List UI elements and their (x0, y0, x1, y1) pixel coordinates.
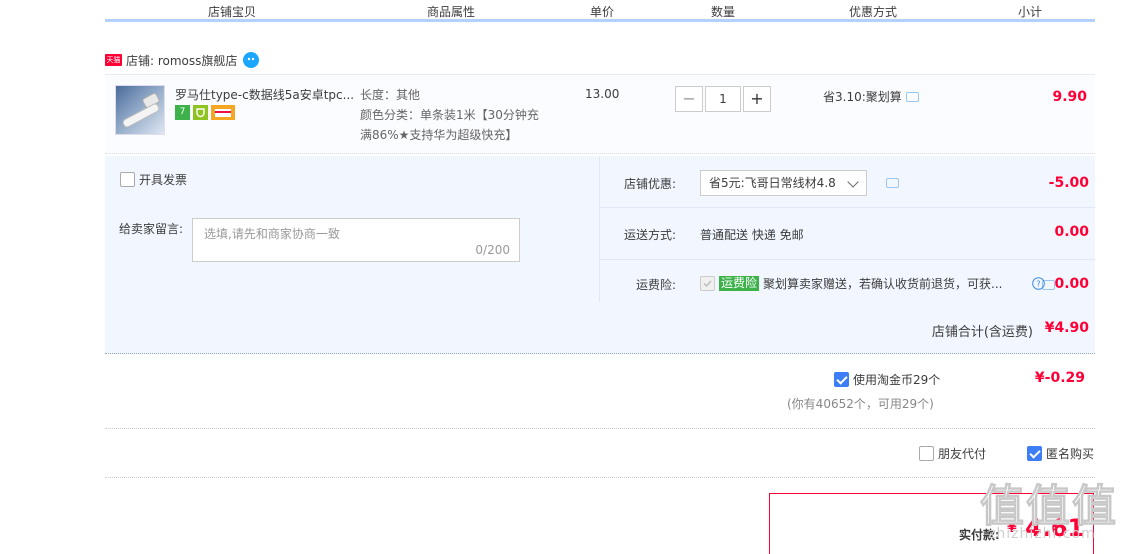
friend-pay-option[interactable]: 朋友代付 (919, 445, 986, 462)
shop-discount-value: 省5元:飞哥日常线材4.8 (709, 176, 836, 190)
coin-option[interactable]: 使用淘金币29个 (834, 371, 940, 388)
column-header: 店铺宝贝 商品属性 单价 数量 优惠方式 小计 (105, 0, 1095, 22)
seller-message-input[interactable]: 选填,请先和商家协商一致 0/200 (192, 218, 520, 262)
header-attr: 商品属性 (427, 5, 476, 19)
item-subtotal: 9.90 (1052, 89, 1087, 105)
tmall-badge: 天猫 (105, 54, 122, 66)
shop-row: 天猫 店铺: romoss旗舰店 (105, 50, 260, 70)
memo-placeholder: 选填,请先和商家协商一致 (204, 227, 340, 241)
unit-price: 13.00 (585, 87, 620, 101)
invoice-label: 开具发票 (139, 173, 188, 187)
product-thumbnail[interactable] (115, 85, 165, 135)
insurance-label: 运费险: (636, 278, 677, 292)
order-options-panel: 开具发票 给卖家留言: 选填,请先和商家协商一致 0/200 店铺优惠: 省5元… (105, 156, 1095, 302)
bottom-options: 朋友代付 匿名购买 (105, 430, 1095, 478)
service-icons: 7 (175, 105, 235, 120)
discount-comment-icon[interactable] (886, 178, 899, 188)
header-promo: 优惠方式 (849, 5, 898, 19)
attr-length: 长度：其他 (360, 88, 421, 102)
shop-total-value: ¥4.90 (1044, 320, 1089, 336)
chevron-down-icon (847, 176, 859, 188)
coin-note: (你有40652个，可用29个) (787, 397, 934, 411)
header-item: 店铺宝贝 (208, 5, 257, 19)
shop-name[interactable]: 店铺: romoss旗舰店 (126, 52, 237, 69)
anonymous-option[interactable]: 匿名购买 (1027, 445, 1094, 462)
invoice-checkbox[interactable] (120, 172, 135, 187)
memo-label: 给卖家留言: (119, 222, 184, 236)
shop-discount-label: 店铺优惠: (624, 177, 677, 191)
shipping-amount: 0.00 (1054, 224, 1089, 240)
insurance-amount: 0.00 (1054, 276, 1089, 292)
coin-label: 使用淘金币29个 (853, 373, 941, 387)
coin-checkbox[interactable] (834, 372, 849, 387)
promo-method: 省3.10:聚划算 (823, 88, 919, 105)
attr-color-line2: 满86%★支持华为超级快充】 (360, 128, 518, 142)
insurance-text: 聚划算卖家赠送，若确认收货前退货，可获... (763, 277, 1003, 291)
coin-amount: ¥-0.29 (1034, 370, 1085, 386)
qty-minus-button[interactable]: − (675, 86, 703, 112)
insurance-tag: 运费险 (719, 276, 760, 291)
shipping-label: 运送方式: (624, 228, 677, 242)
shop-discount-amount: -5.00 (1048, 175, 1089, 191)
anonymous-checkbox[interactable] (1027, 446, 1042, 461)
insurance-checkbox (700, 276, 715, 291)
card-payment-icon (211, 105, 235, 120)
site-watermark-logo: 值值值 (980, 481, 1118, 533)
shop-total-bar: 店铺合计(含运费) ¥4.90 (105, 302, 1095, 354)
anonymous-label: 匿名购买 (1046, 447, 1095, 461)
quantity-stepper: − 1 + (675, 86, 771, 112)
header-qty: 数量 (711, 5, 736, 19)
attr-color-line1: 颜色分类：单条装1米【30分钟充 (360, 108, 539, 122)
invoice-option[interactable]: 开具发票 (120, 171, 187, 188)
promo-comment-icon[interactable] (905, 91, 919, 102)
friend-pay-label: 朋友代付 (938, 447, 987, 461)
site-watermark-url: zhizhizhi.com (988, 526, 1096, 542)
shop-total-label: 店铺合计(含运费) (931, 325, 1033, 340)
7-day-return-icon: 7 (175, 105, 190, 120)
cart-item-row: 罗马仕type-c数据线5a安卓tpc... 7 长度：其他 颜色分类：单条装1… (105, 74, 1095, 154)
header-price: 单价 (590, 5, 615, 19)
memo-counter: 0/200 (475, 243, 510, 257)
shipping-value: 普通配送 快递 免邮 (700, 228, 804, 242)
promo-text: 省3.10:聚划算 (823, 90, 902, 104)
product-title[interactable]: 罗马仕type-c数据线5a安卓tpc... (175, 86, 355, 103)
taojinbi-section: 使用淘金币29个 ¥-0.29 (你有40652个，可用29个) (105, 355, 1095, 429)
qty-plus-button[interactable]: + (743, 86, 771, 112)
insurance-option: 运费险 聚划算卖家赠送，若确认收货前退货，可获... (700, 275, 1002, 292)
guarantee-icon (193, 105, 208, 120)
wangwang-chat-icon[interactable] (243, 52, 260, 68)
help-icon[interactable]: ? (1032, 277, 1045, 293)
qty-input[interactable]: 1 (705, 86, 741, 112)
svg-text:?: ? (1036, 280, 1040, 289)
shop-discount-select[interactable]: 省5元:飞哥日常线材4.8 (700, 170, 867, 196)
friend-pay-checkbox[interactable] (919, 446, 934, 461)
header-subtotal: 小计 (1018, 5, 1043, 19)
